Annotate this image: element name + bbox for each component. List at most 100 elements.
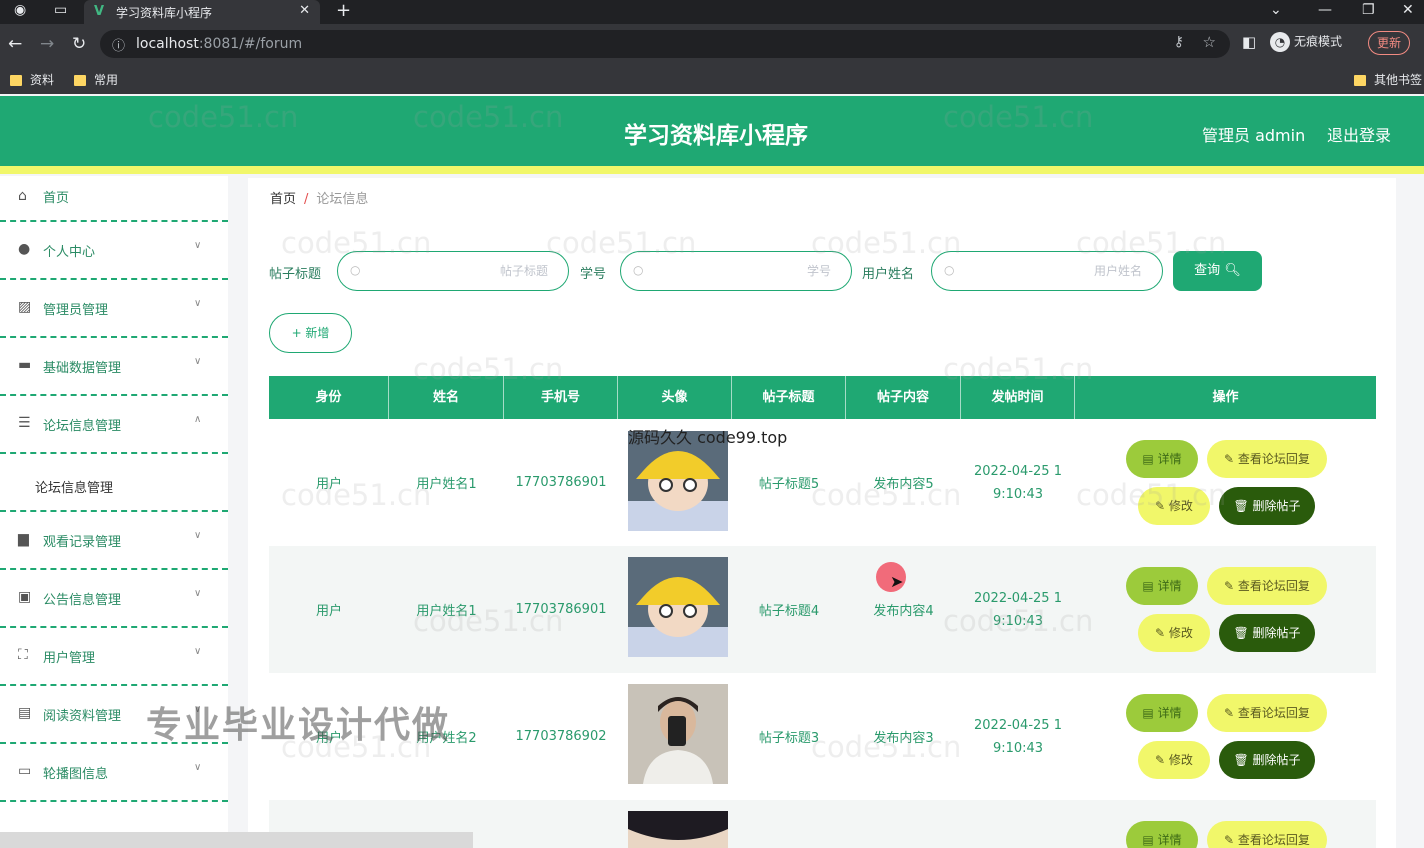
restore-icon[interactable]: ❐ bbox=[1362, 2, 1375, 18]
breadcrumb-current: 论坛信息 bbox=[316, 192, 369, 207]
cell-phone: 17703786901 bbox=[515, 602, 607, 617]
url-text: localhost:8081/#/forum bbox=[136, 36, 303, 52]
bookmark-ziliao[interactable]: 资料 bbox=[10, 71, 54, 88]
cell-phone: 17703786901 bbox=[515, 475, 607, 490]
bookmark-changyong[interactable]: 常用 bbox=[74, 71, 118, 88]
avatar[interactable] bbox=[628, 811, 728, 848]
cell-role: 用户 bbox=[315, 477, 342, 492]
detail-button[interactable]: ▤ 详情 bbox=[1126, 821, 1198, 848]
briefcase-icon: ▆ bbox=[18, 531, 29, 547]
sidebar-item-profile[interactable]: ● 个人中心 ∨ bbox=[0, 222, 228, 280]
forward-icon[interactable]: → bbox=[40, 34, 54, 54]
minimize-icon[interactable]: — bbox=[1318, 2, 1332, 18]
chart-icon: ▨ bbox=[18, 299, 32, 315]
star-icon[interactable]: ☆ bbox=[1203, 33, 1216, 51]
key-icon[interactable]: ⚷ bbox=[1174, 34, 1184, 50]
sidebar-toggle-icon[interactable]: ◧ bbox=[1242, 33, 1256, 51]
update-button[interactable]: 更新 bbox=[1368, 31, 1411, 55]
column-header[interactable]: 身份 bbox=[269, 376, 389, 419]
view-reply-button[interactable]: ✎ 查看论坛回复 bbox=[1207, 440, 1327, 478]
cell-name: 用户姓名1 bbox=[416, 604, 477, 619]
avatar[interactable] bbox=[628, 684, 728, 784]
edit-button[interactable]: ✎ 修改 bbox=[1138, 614, 1210, 652]
column-header[interactable]: 操作 bbox=[1075, 376, 1376, 419]
info-icon[interactable]: ⓘ bbox=[112, 35, 125, 54]
incognito-indicator[interactable]: ◔ 无痕模式 bbox=[1270, 32, 1342, 52]
chevron-down-icon[interactable]: ⌄ bbox=[1270, 2, 1282, 18]
cell-role: 用户 bbox=[315, 604, 342, 619]
view-reply-button[interactable]: ✎ 查看论坛回复 bbox=[1207, 694, 1327, 732]
delete-button[interactable]: 🗑︎ 删除帖子 bbox=[1219, 614, 1315, 652]
delete-button[interactable]: 🗑︎ 删除帖子 bbox=[1219, 487, 1315, 525]
add-button[interactable]: + 新增 bbox=[269, 313, 352, 353]
address-bar: ← → ↻ ⓘ localhost:8081/#/forum ⚷ ☆ ◧ ◔ 无痕… bbox=[0, 24, 1424, 64]
bookmark-other[interactable]: 其他书签 bbox=[1354, 71, 1422, 88]
fullscreen-icon: ⛶ bbox=[18, 647, 28, 663]
column-header[interactable]: 头像 bbox=[618, 376, 732, 419]
table-row: 用户 用户姓名1 17703786901 帖子标题5 发布内容5 2022-04… bbox=[269, 419, 1376, 546]
clipboard-icon: ▣ bbox=[18, 589, 32, 605]
browser-tab[interactable]: V 学习资料库小程序 ✕ bbox=[84, 0, 320, 24]
cell-content: 发布内容5 bbox=[873, 477, 934, 492]
breadcrumb: 首页 / 论坛信息 bbox=[270, 192, 369, 207]
tab-title: 学习资料库小程序 bbox=[116, 6, 213, 20]
chevron-down-icon: ∨ bbox=[194, 298, 202, 309]
sidebar-item-basedata[interactable]: ▬ 基础数据管理 ∨ bbox=[0, 338, 228, 396]
search-icon: ○ bbox=[350, 263, 361, 277]
new-tab-icon[interactable]: + bbox=[336, 0, 351, 21]
edit-button[interactable]: ✎ 修改 bbox=[1138, 741, 1210, 779]
cell-content: 发布内容3 bbox=[873, 731, 934, 746]
filter-title-field[interactable]: ○ bbox=[337, 251, 569, 291]
cell-phone: 17703786902 bbox=[515, 729, 607, 744]
header-stripe bbox=[0, 166, 1424, 174]
document-icon: ▤ bbox=[18, 705, 32, 721]
column-header[interactable]: 手机号 bbox=[504, 376, 618, 419]
filter-title-label: 帖子标题 bbox=[269, 267, 322, 282]
sidebar-item-admin[interactable]: ▨ 管理员管理 ∨ bbox=[0, 280, 228, 338]
globe-icon[interactable]: ◉ bbox=[14, 2, 26, 18]
table-header: 身份 姓名 手机号 头像 帖子标题 帖子内容 发帖时间 操作 bbox=[269, 376, 1376, 419]
delete-button[interactable]: 🗑︎ 删除帖子 bbox=[1219, 741, 1315, 779]
edit-button[interactable]: ✎ 修改 bbox=[1138, 487, 1210, 525]
window-close-icon[interactable]: ✕ bbox=[1402, 2, 1414, 18]
view-reply-button[interactable]: ✎ 查看论坛回复 bbox=[1207, 567, 1327, 605]
sidebar-item-carousel[interactable]: ▭ 轮播图信息 ∨ bbox=[0, 744, 228, 802]
sidebar-item-home[interactable]: ⌂ 首页 bbox=[0, 176, 228, 222]
filter-xuehao-input[interactable] bbox=[651, 258, 831, 284]
sidebar-item-forum[interactable]: ☰ 论坛信息管理 ∧ bbox=[0, 396, 228, 454]
cell-title: 帖子标题4 bbox=[758, 604, 820, 619]
promo-overlay-text: 专业毕业设计代做 bbox=[146, 705, 451, 746]
filter-name-input[interactable] bbox=[962, 258, 1142, 284]
reload-icon[interactable]: ↻ bbox=[72, 34, 86, 54]
logout-link[interactable]: 退出登录 bbox=[1327, 122, 1391, 146]
column-header[interactable]: 帖子标题 bbox=[732, 376, 846, 419]
cell-content: 发布内容4 bbox=[873, 604, 934, 619]
column-header[interactable]: 发帖时间 bbox=[961, 376, 1075, 419]
incognito-icon: ◔ bbox=[1270, 32, 1290, 52]
sidebar-item-watch-records[interactable]: ▆ 观看记录管理 ∨ bbox=[0, 512, 228, 570]
column-header[interactable]: 姓名 bbox=[389, 376, 504, 419]
sidebar-subitem-forum[interactable]: 论坛信息管理 bbox=[0, 454, 228, 512]
filter-name-label: 用户姓名 bbox=[862, 267, 915, 282]
chat-icon: ▬ bbox=[18, 357, 32, 373]
search-icon: ○ bbox=[944, 263, 955, 277]
cell-time: 2022-04-25 1 9:10:43 bbox=[974, 590, 1062, 629]
filter-name-field[interactable]: ○ bbox=[931, 251, 1163, 291]
back-icon[interactable]: ← bbox=[8, 34, 22, 54]
breadcrumb-home[interactable]: 首页 bbox=[270, 192, 296, 207]
window-icon[interactable]: ▭ bbox=[54, 2, 67, 18]
sidebar-item-users[interactable]: ⛶ 用户管理 ∨ bbox=[0, 628, 228, 686]
source-watermark: 源码久久 code99.top bbox=[628, 428, 788, 447]
detail-button[interactable]: ▤ 详情 bbox=[1126, 440, 1198, 478]
url-field[interactable]: ⓘ localhost:8081/#/forum ⚷ ☆ bbox=[100, 30, 1230, 58]
close-icon[interactable]: ✕ bbox=[299, 3, 310, 18]
detail-button[interactable]: ▤ 详情 bbox=[1126, 694, 1198, 732]
filter-title-input[interactable] bbox=[368, 258, 548, 284]
view-reply-button[interactable]: ✎ 查看论坛回复 bbox=[1207, 821, 1327, 848]
query-button[interactable]: 查询 🔍︎ bbox=[1173, 251, 1262, 291]
filter-xuehao-field[interactable]: ○ bbox=[620, 251, 852, 291]
column-header[interactable]: 帖子内容 bbox=[846, 376, 961, 419]
sidebar-item-notice[interactable]: ▣ 公告信息管理 ∨ bbox=[0, 570, 228, 628]
avatar[interactable] bbox=[628, 557, 728, 657]
detail-button[interactable]: ▤ 详情 bbox=[1126, 567, 1198, 605]
